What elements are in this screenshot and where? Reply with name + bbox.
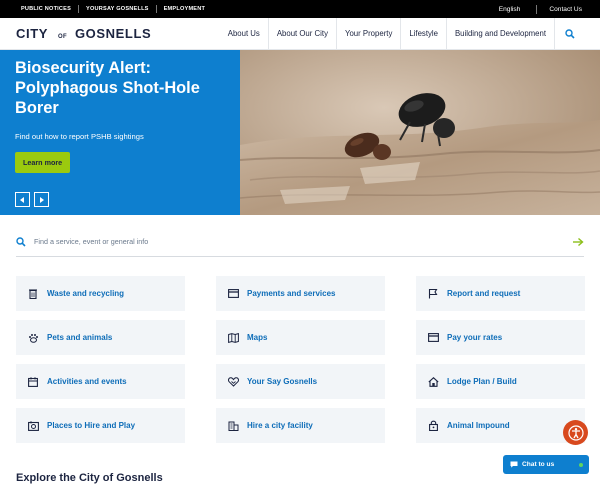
nav-item-lifestyle[interactable]: Lifestyle — [400, 17, 446, 50]
tile-label: Maps — [247, 333, 268, 342]
logo-city-text: CITY — [16, 26, 49, 41]
search-icon[interactable] — [554, 17, 584, 50]
tile-report-request[interactable]: Report and request — [416, 276, 585, 311]
tile-pay-rates[interactable]: Pay your rates — [416, 320, 585, 355]
card-icon — [226, 287, 240, 301]
flag-icon — [426, 287, 440, 301]
utility-links: PUBLIC NOTICES YOURSAY GOSNELLS EMPLOYME… — [14, 5, 212, 13]
quick-links-grid: Waste and recycling Payments and service… — [16, 276, 585, 443]
utility-bar: PUBLIC NOTICES YOURSAY GOSNELLS EMPLOYME… — [0, 0, 600, 18]
tile-payments-services[interactable]: Payments and services — [216, 276, 385, 311]
tile-activities-events[interactable]: Activities and events — [16, 364, 185, 399]
lock-icon — [426, 419, 440, 433]
nav-item-your-property[interactable]: Your Property — [335, 17, 400, 50]
contact-us-link[interactable]: Contact Us — [537, 5, 584, 14]
hero-title: Biosecurity Alert: Polyphagous Shot-Hole… — [15, 59, 200, 117]
learn-more-button[interactable]: Learn more — [15, 152, 71, 173]
search-input[interactable]: Find a service, event or general info — [34, 237, 572, 246]
tile-label: Places to Hire and Play — [47, 421, 136, 430]
prev-slide-button[interactable] — [15, 192, 30, 207]
tile-hire-facility[interactable]: Hire a city facility — [216, 408, 385, 443]
tile-places-hire-play[interactable]: Places to Hire and Play — [16, 408, 185, 443]
tile-label: Lodge Plan / Build — [447, 377, 517, 386]
main-nav: About Us About Our City Your Property Li… — [220, 17, 584, 50]
chat-label: Chat to us — [522, 461, 555, 468]
tile-label: Pets and animals — [47, 333, 113, 342]
public-notices-link[interactable]: PUBLIC NOTICES — [14, 5, 80, 13]
tile-label: Animal Impound — [447, 421, 510, 430]
explore-heading: Explore the City of Gosnells — [16, 472, 163, 484]
employment-link[interactable]: EMPLOYMENT — [157, 5, 212, 13]
logo-of-text: OF — [58, 34, 67, 40]
booking-icon — [26, 419, 40, 433]
tile-your-say[interactable]: Your Say Gosnells — [216, 364, 385, 399]
tile-label: Waste and recycling — [47, 289, 125, 298]
bin-icon — [26, 287, 40, 301]
language-selector[interactable]: English — [487, 4, 538, 14]
beetle-photo — [240, 50, 600, 215]
house-icon — [426, 375, 440, 389]
arrow-right-icon[interactable] — [572, 237, 584, 247]
accessibility-button[interactable] — [563, 420, 588, 445]
hero-image-beetle — [240, 50, 600, 215]
hero-banner: Biosecurity Alert: Polyphagous Shot-Hole… — [0, 50, 600, 215]
yoursay-gosnells-link[interactable]: YOURSAY GOSNELLS — [79, 5, 157, 13]
map-icon — [226, 331, 240, 345]
tile-lodge-plan[interactable]: Lodge Plan / Build — [416, 364, 585, 399]
tile-label: Pay your rates — [447, 333, 503, 342]
heart-handshake-icon — [226, 375, 240, 389]
accessibility-icon — [567, 424, 584, 441]
nav-item-about-our-city[interactable]: About Our City — [267, 17, 336, 50]
next-slide-button[interactable] — [34, 192, 49, 207]
online-status-dot — [579, 462, 583, 467]
chevron-right-icon — [40, 196, 44, 203]
site-search[interactable]: Find a service, event or general info — [16, 227, 584, 257]
main-header: CITY OF GOSNELLS About Us About Our City… — [0, 17, 600, 50]
card-icon — [426, 331, 440, 345]
chevron-left-icon — [20, 196, 24, 203]
tile-waste-recycling[interactable]: Waste and recycling — [16, 276, 185, 311]
building-icon — [226, 419, 240, 433]
hero-text: Find out how to report PSHB sightings — [15, 132, 144, 141]
tile-label: Activities and events — [47, 377, 127, 386]
nav-item-about-us[interactable]: About Us — [220, 18, 268, 50]
tile-label: Report and request — [447, 289, 521, 298]
tile-maps[interactable]: Maps — [216, 320, 385, 355]
tile-label: Your Say Gosnells — [247, 377, 318, 386]
tile-animal-impound[interactable]: Animal Impound — [416, 408, 585, 443]
calendar-icon — [26, 375, 40, 389]
carousel-controls — [15, 192, 49, 207]
utility-right: English Contact Us — [487, 4, 584, 14]
chat-widget[interactable]: Chat to us — [503, 455, 589, 474]
city-logo[interactable]: CITY OF GOSNELLS — [16, 26, 151, 41]
tile-label: Hire a city facility — [247, 421, 313, 430]
nav-item-building-development[interactable]: Building and Development — [445, 17, 554, 50]
tile-label: Payments and services — [247, 289, 336, 298]
search-icon — [16, 236, 26, 247]
logo-name-text: GOSNELLS — [74, 26, 152, 41]
paw-icon — [26, 331, 40, 345]
hero-panel: Biosecurity Alert: Polyphagous Shot-Hole… — [0, 50, 240, 215]
tile-pets-animals[interactable]: Pets and animals — [16, 320, 185, 355]
chat-bubble-icon — [510, 461, 518, 468]
